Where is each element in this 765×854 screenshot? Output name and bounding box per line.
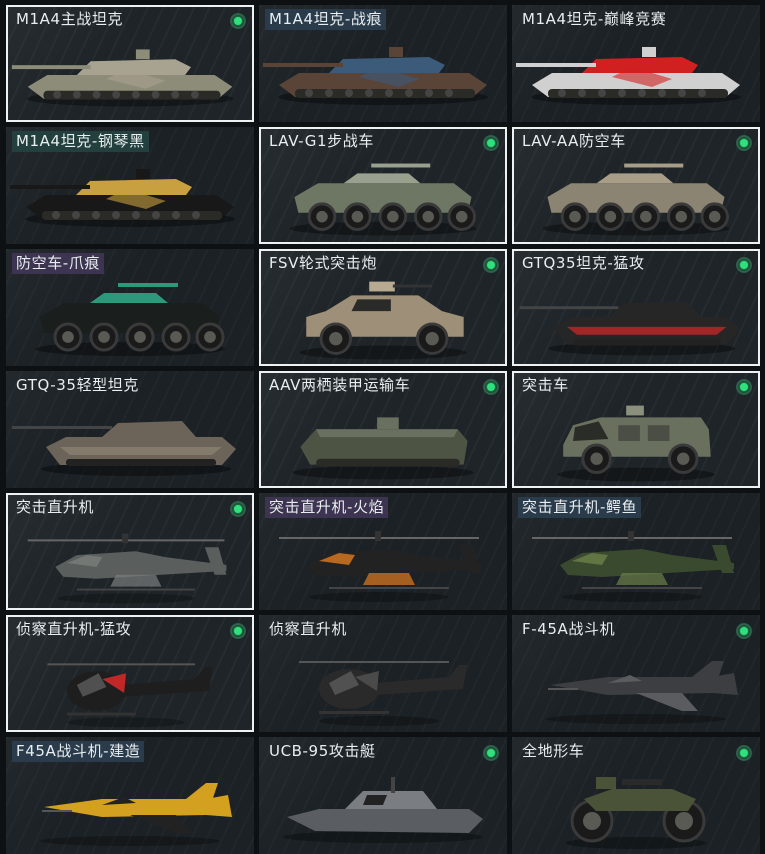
vehicle-image [283, 777, 483, 843]
vehicle-name: 侦察直升机-猛攻 [16, 620, 132, 638]
owned-indicator-icon [483, 379, 499, 395]
vehicle-card[interactable]: 突击车 [512, 371, 760, 488]
vehicle-image [40, 783, 232, 846]
vehicle-image [263, 47, 488, 105]
vehicle-card[interactable]: 侦察直升机-猛攻 [6, 615, 254, 732]
vehicle-card[interactable]: 突击直升机-鳄鱼 [512, 493, 760, 610]
vehicle-card[interactable]: UCB-95攻击艇 [259, 737, 507, 854]
vehicle-card[interactable]: F45A战斗机-建造 [6, 737, 254, 854]
vehicle-card[interactable]: F-45A战斗机 [512, 615, 760, 732]
vehicle-image [279, 531, 481, 602]
vehicle-card[interactable]: FSV轮式突击炮 [259, 249, 507, 366]
vehicle-image [519, 301, 741, 356]
vehicle-image [557, 405, 715, 482]
vehicle-image [47, 663, 213, 728]
vehicle-image [566, 777, 706, 849]
vehicle-name: AAV两栖装甲运输车 [269, 376, 411, 394]
vehicle-image [292, 417, 474, 480]
vehicle-name: GTQ35坦克-猛攻 [522, 254, 645, 272]
vehicle-card[interactable]: LAV-AA防空车 [512, 127, 760, 244]
vehicle-image [27, 533, 227, 604]
vehicle-image [10, 169, 235, 227]
owned-indicator-icon [736, 379, 752, 395]
vehicle-image [12, 421, 236, 476]
vehicle-name: LAV-G1步战车 [269, 132, 374, 150]
owned-indicator-icon [736, 257, 752, 273]
vehicle-name: 突击车 [522, 376, 569, 394]
vehicle-image [289, 163, 477, 236]
vehicle-name: FSV轮式突击炮 [269, 254, 377, 272]
owned-indicator-icon [230, 13, 246, 29]
vehicle-card[interactable]: M1A4坦克-钢琴黑 [6, 127, 254, 244]
vehicle-image [299, 281, 467, 360]
vehicle-card[interactable]: GTQ35坦克-猛攻 [512, 249, 760, 366]
owned-indicator-icon [230, 623, 246, 639]
vehicle-card[interactable]: 侦察直升机 [259, 615, 507, 732]
owned-indicator-icon [230, 501, 246, 517]
vehicle-card[interactable]: 突击直升机 [6, 493, 254, 610]
vehicle-card[interactable]: 突击直升机-火焰 [259, 493, 507, 610]
vehicle-image [516, 47, 741, 105]
vehicle-image [11, 49, 234, 107]
owned-indicator-icon [483, 135, 499, 151]
owned-indicator-icon [736, 135, 752, 151]
vehicle-card[interactable]: M1A4主战坦克 [6, 5, 254, 122]
vehicle-grid: M1A4主战坦克 M1A4坦克-战痕 M1A4坦克-巅峰竞赛 M1A4坦克-钢琴… [0, 0, 765, 854]
vehicle-name: 突击直升机 [16, 498, 95, 516]
vehicle-name: LAV-AA防空车 [522, 132, 626, 150]
vehicle-image [546, 661, 738, 724]
vehicle-card[interactable]: GTQ-35轻型坦克 [6, 371, 254, 488]
vehicle-card[interactable]: 全地形车 [512, 737, 760, 854]
vehicle-card[interactable]: AAV两栖装甲运输车 [259, 371, 507, 488]
vehicle-image [35, 283, 225, 356]
vehicle-card[interactable]: 防空车-爪痕 [6, 249, 254, 366]
vehicle-image [532, 531, 734, 602]
vehicle-card[interactable]: LAV-G1步战车 [259, 127, 507, 244]
vehicle-image [542, 163, 730, 236]
vehicle-image [299, 661, 467, 726]
vehicle-name: M1A4主战坦克 [16, 10, 124, 28]
owned-indicator-icon [483, 257, 499, 273]
vehicle-card[interactable]: M1A4坦克-战痕 [259, 5, 507, 122]
vehicle-card[interactable]: M1A4坦克-巅峰竞赛 [512, 5, 760, 122]
